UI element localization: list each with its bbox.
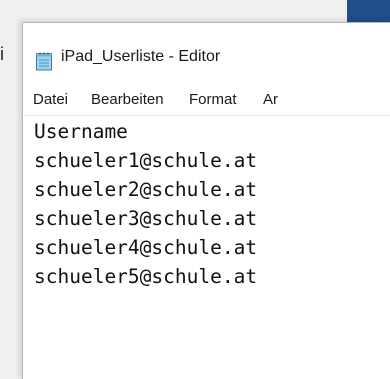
- background-window-accent: [347, 0, 390, 22]
- menu-bearbeiten[interactable]: Bearbeiten: [91, 85, 164, 115]
- editor-window[interactable]: iPad_Userliste - Editor Datei Bearbeiten…: [22, 22, 390, 379]
- menu-format[interactable]: Format: [189, 85, 237, 115]
- text-line: schueler4@schule.at: [34, 236, 258, 259]
- notepad-icon: [36, 52, 52, 71]
- text-line: schueler5@schule.at: [34, 265, 258, 288]
- window-title: iPad_Userliste - Editor: [61, 48, 221, 65]
- title-bar[interactable]: iPad_Userliste - Editor: [23, 23, 390, 79]
- menu-datei[interactable]: Datei: [33, 85, 68, 115]
- text-editor-area[interactable]: Username schueler1@schule.at schueler2@s…: [23, 115, 390, 379]
- menu-ansicht[interactable]: Ar: [263, 85, 278, 115]
- menu-bar: Datei Bearbeiten Format Ar: [23, 85, 390, 115]
- text-line: schueler1@schule.at: [34, 149, 258, 172]
- background-window-text: i: [0, 44, 4, 64]
- text-line: Username: [34, 120, 128, 143]
- text-line: schueler2@schule.at: [34, 178, 258, 201]
- text-line: schueler3@schule.at: [34, 207, 258, 230]
- screen: i iPad_Userliste - Editor Datei Bearbeit…: [0, 0, 390, 379]
